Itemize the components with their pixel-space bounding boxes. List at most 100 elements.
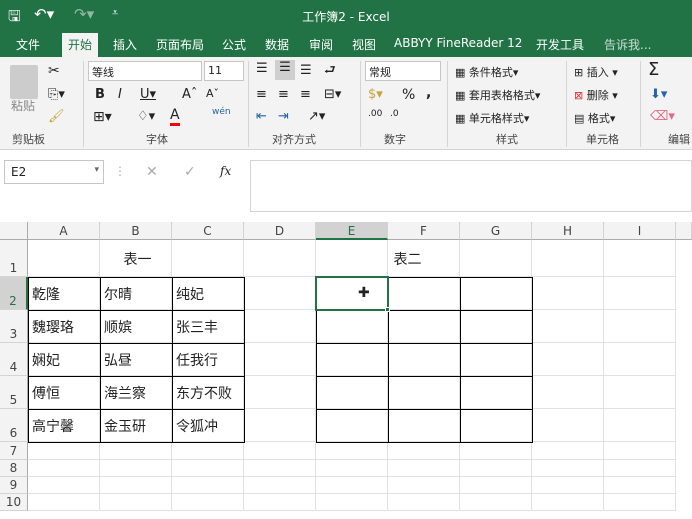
phonetic-icon[interactable]: wén <box>212 107 231 117</box>
grid-cell[interactable] <box>460 442 532 460</box>
grid-cell[interactable] <box>100 477 172 494</box>
grid-cell[interactable] <box>244 442 316 460</box>
fill-icon[interactable]: ⬇▾ <box>650 87 667 102</box>
grid-cell[interactable] <box>388 460 460 477</box>
insert-cells-button[interactable]: ⊞ 插入 ▾ <box>574 64 618 80</box>
bold-button[interactable]: B <box>95 87 105 102</box>
tab-4[interactable]: 公式 <box>222 36 246 53</box>
name-box[interactable]: E2 ▾ <box>4 160 104 184</box>
column-header-A[interactable]: A <box>28 222 100 240</box>
grid-cell[interactable] <box>244 376 316 409</box>
table1-cell[interactable]: 弘昼 <box>100 343 173 377</box>
grid-cell[interactable] <box>28 442 100 460</box>
merge-center-icon[interactable]: ⊟▾ <box>324 87 341 102</box>
select-all-button[interactable] <box>0 222 28 240</box>
table1-cell[interactable]: 令狐冲 <box>172 409 245 443</box>
autosum-button[interactable]: Σ <box>648 59 659 80</box>
format-as-table-button[interactable]: ▦ 套用表格格式▾ <box>455 87 540 103</box>
table2-cell[interactable] <box>316 409 389 443</box>
italic-button[interactable]: I <box>118 87 122 102</box>
column-header-H[interactable]: H <box>532 222 604 240</box>
selected-cell-E2[interactable] <box>315 276 389 311</box>
tab-6[interactable]: 审阅 <box>309 36 333 53</box>
grid-cell[interactable] <box>244 460 316 477</box>
row-header-1[interactable]: 1 <box>0 240 28 277</box>
decrease-font-icon[interactable]: Aˇ <box>206 87 219 100</box>
grid-cell[interactable] <box>532 494 604 511</box>
tab-5[interactable]: 数据 <box>265 36 289 53</box>
column-header-C[interactable]: C <box>172 222 244 240</box>
row-header-8[interactable]: 8 <box>0 460 28 477</box>
underline-button[interactable]: U▾ <box>140 87 156 102</box>
font-color-icon[interactable]: A <box>170 107 180 126</box>
grid-cell[interactable] <box>28 460 100 477</box>
grid-cell[interactable] <box>316 460 388 477</box>
table1-cell[interactable]: 海兰察 <box>100 376 173 410</box>
tab-1[interactable]: 开始 <box>62 33 99 57</box>
format-cells-button[interactable]: ▤ 格式▾ <box>574 110 615 126</box>
grid-cell[interactable] <box>604 376 676 409</box>
conditional-format-button[interactable]: ▦ 条件格式▾ <box>455 64 518 80</box>
table2-cell[interactable] <box>316 343 389 377</box>
grid-cell[interactable] <box>604 343 676 376</box>
grid-cell[interactable] <box>316 442 388 460</box>
decrease-indent-icon[interactable]: ⇤ <box>256 109 267 124</box>
comma-button[interactable]: , <box>426 85 431 101</box>
cell-styles-button[interactable]: ▦ 单元格样式▾ <box>455 110 529 126</box>
grid-cell[interactable] <box>316 494 388 511</box>
grid-cell[interactable] <box>604 477 676 494</box>
table2-cell[interactable] <box>388 277 461 311</box>
table2-cell[interactable] <box>460 310 533 344</box>
decrease-decimal-button[interactable]: .0 <box>390 109 399 119</box>
align-center-icon[interactable]: ≡ <box>278 87 289 102</box>
column-header-E[interactable]: E <box>316 222 388 240</box>
grid-cell[interactable] <box>532 376 604 409</box>
table1-cell[interactable]: 乾隆 <box>28 277 101 311</box>
tab-8[interactable]: ABBYY FineReader 12 <box>394 36 522 50</box>
table2-cell[interactable] <box>388 376 461 410</box>
table1-cell[interactable]: 任我行 <box>172 343 245 377</box>
table1-cell[interactable]: 纯妃 <box>172 277 245 311</box>
align-right-icon[interactable]: ≡ <box>300 87 311 102</box>
table1-cell[interactable]: 东方不败 <box>172 376 245 410</box>
delete-cells-button[interactable]: ⊠ 删除 ▾ <box>574 87 618 103</box>
align-bottom-icon[interactable]: ☰ <box>300 63 312 78</box>
row-header-6[interactable]: 6 <box>0 409 28 442</box>
grid-cell[interactable] <box>172 494 244 511</box>
table1-cell[interactable]: 娴妃 <box>28 343 101 377</box>
grid-cell[interactable] <box>244 310 316 343</box>
grid-cell[interactable] <box>28 477 100 494</box>
grid-cell[interactable] <box>100 460 172 477</box>
row-header-7[interactable]: 7 <box>0 442 28 460</box>
align-top-icon[interactable]: ☰ <box>256 61 268 76</box>
insert-function-button[interactable]: fx <box>220 164 231 178</box>
grid-cell[interactable] <box>244 343 316 376</box>
table1-cell[interactable]: 魏璎珞 <box>28 310 101 344</box>
border-icon[interactable]: ⊞▾ <box>93 109 112 125</box>
grid-cell[interactable] <box>532 343 604 376</box>
grid-cell[interactable] <box>532 277 604 310</box>
tab-3[interactable]: 页面布局 <box>156 36 204 53</box>
table2-cell[interactable] <box>388 310 461 344</box>
wrap-text-icon[interactable]: ⮐ <box>324 61 336 83</box>
grid-cell[interactable] <box>388 494 460 511</box>
row-header-9[interactable]: 9 <box>0 477 28 494</box>
grid-cell[interactable] <box>244 409 316 442</box>
grid-cell[interactable] <box>532 442 604 460</box>
column-header-partial[interactable] <box>676 222 692 240</box>
cut-icon[interactable]: ✂ <box>48 63 60 79</box>
tab-9[interactable]: 开发工具 <box>536 36 584 53</box>
table2-cell[interactable] <box>316 310 389 344</box>
grid-cell[interactable] <box>244 494 316 511</box>
grid-cell[interactable] <box>460 494 532 511</box>
paste-button[interactable]: 粘贴 <box>11 97 35 114</box>
align-left-icon[interactable]: ≡ <box>256 87 267 102</box>
tab-10[interactable]: 告诉我... <box>604 36 651 53</box>
grid-cell[interactable] <box>172 477 244 494</box>
grid-cell[interactable] <box>316 477 388 494</box>
grid-cell[interactable] <box>604 277 676 310</box>
row-header-2[interactable]: 2 <box>0 277 28 310</box>
table2-cell[interactable] <box>460 277 533 311</box>
grid-cell[interactable] <box>244 277 316 310</box>
row-header-3[interactable]: 3 <box>0 310 28 343</box>
